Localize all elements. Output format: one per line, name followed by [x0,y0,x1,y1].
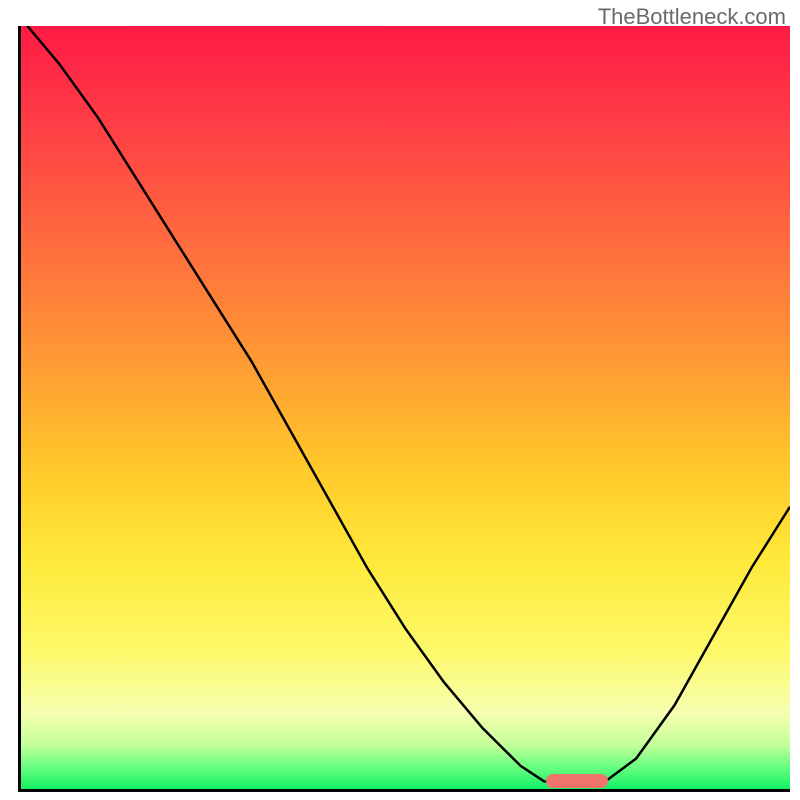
bottleneck-curve-line [21,26,790,785]
watermark-text: TheBottleneck.com [598,4,786,30]
chart-curve-svg [21,26,790,789]
chart-plot-area [18,26,790,792]
optimal-range-marker [546,774,608,788]
